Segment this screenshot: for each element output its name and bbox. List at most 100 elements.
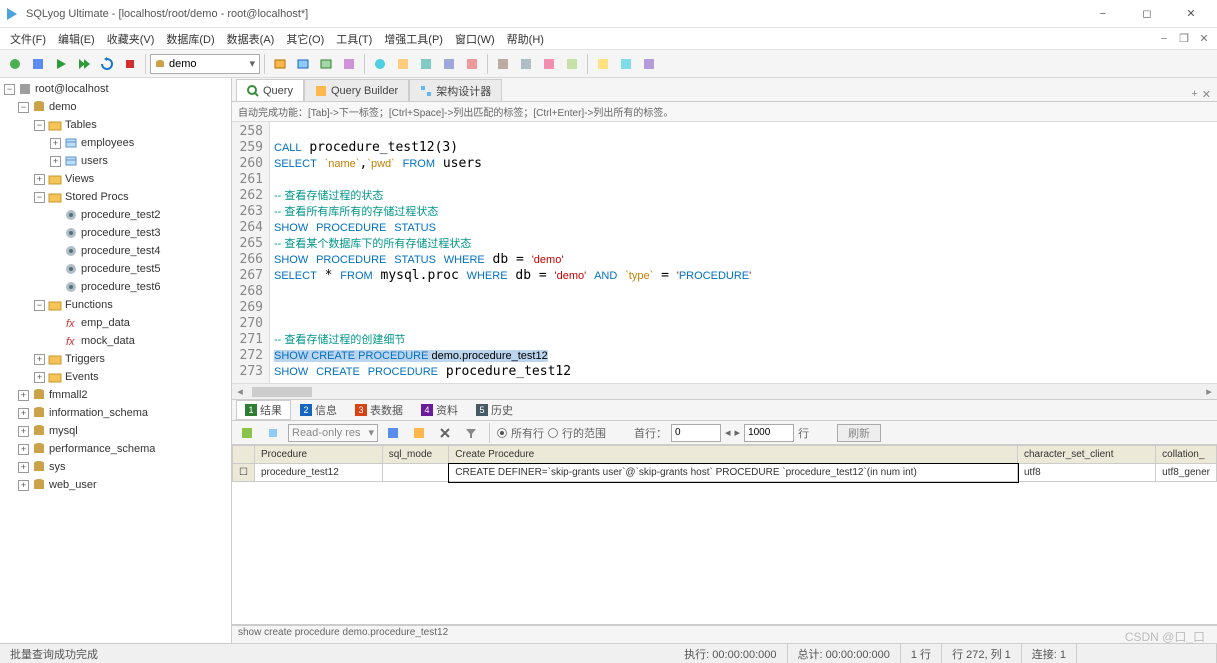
object-browser[interactable]: −root@localhost−demo−Tables+employees+us… [0,78,232,643]
scroll-right-icon[interactable]: ▸ [1201,384,1217,399]
tree-db-mysql[interactable]: +mysql [0,422,231,440]
grid-save-icon[interactable] [382,422,404,444]
tool-icon-3[interactable] [315,53,337,75]
database-selector[interactable]: demo ▾ [150,54,260,74]
col-Procedure[interactable]: Procedure [254,446,382,464]
menu-edit[interactable]: 编辑(E) [52,29,101,49]
tool-icon-13[interactable] [561,53,583,75]
result-tab-表数据[interactable]: 3表数据 [346,400,412,420]
expand-icon[interactable]: − [34,300,45,311]
col-Create Procedure[interactable]: Create Procedure [449,446,1018,464]
cell-character_set_client[interactable]: utf8 [1018,464,1156,482]
limit-input[interactable] [744,424,794,442]
tree-item-mock_data[interactable]: fxmock_data [0,332,231,350]
tab-query[interactable]: Query [236,79,304,101]
result-grid[interactable]: Proceduresql_modeCreate Procedurecharact… [232,445,1217,625]
tree-root[interactable]: −root@localhost [0,80,231,98]
expand-icon[interactable]: + [34,372,45,383]
cell-Procedure[interactable]: procedure_test12 [254,464,382,482]
col-sql_mode[interactable]: sql_mode [382,446,449,464]
result-tab-结果[interactable]: 1结果 [236,400,291,420]
tool-icon-10[interactable] [492,53,514,75]
mdi-minimize-icon[interactable]: − [1155,30,1173,48]
scroll-left-icon[interactable]: ◂ [232,384,248,399]
expand-icon[interactable]: + [18,426,29,437]
menu-fav[interactable]: 收藏夹(V) [101,29,161,49]
first-row-input[interactable] [671,424,721,442]
expand-icon[interactable]: − [4,84,15,95]
readonly-combo[interactable]: Read-only res▾ [288,424,378,442]
menu-other[interactable]: 其它(O) [280,29,330,49]
new-connection-icon[interactable] [4,53,26,75]
refresh-button[interactable]: 刷新 [837,424,881,442]
menu-tools[interactable]: 工具(T) [330,29,378,49]
expand-icon[interactable]: − [18,102,29,113]
mdi-restore-icon[interactable]: ❐ [1175,30,1193,48]
tree-folder-views[interactable]: +Views [0,170,231,188]
tree-item-procedure_test6[interactable]: procedure_test6 [0,278,231,296]
expand-icon[interactable]: + [18,462,29,473]
expand-icon[interactable]: + [50,138,61,149]
tree-item-procedure_test2[interactable]: procedure_test2 [0,206,231,224]
tool-icon-1[interactable] [269,53,291,75]
expand-icon[interactable]: + [34,354,45,365]
tool-icon-4[interactable] [338,53,360,75]
radio-range-rows[interactable] [548,428,558,438]
new-tab-icon[interactable]: + [1191,88,1197,101]
expand-icon[interactable]: − [34,192,45,203]
cell-Create Procedure[interactable]: CREATE DEFINER=`skip-grants user`@`skip-… [449,464,1018,482]
tool-icon-6[interactable] [392,53,414,75]
cell-sql_mode[interactable] [382,464,449,482]
tool-icon-11[interactable] [515,53,537,75]
tree-item-employees[interactable]: +employees [0,134,231,152]
tool-icon-9[interactable] [461,53,483,75]
tree-db-fmmall2[interactable]: +fmmall2 [0,386,231,404]
scroll-thumb[interactable] [252,387,312,397]
tree-db-sys[interactable]: +sys [0,458,231,476]
tool-icon-7[interactable] [415,53,437,75]
close-button[interactable]: ✕ [1169,0,1213,28]
menu-help[interactable]: 帮助(H) [501,29,550,49]
row-header[interactable] [233,446,255,464]
tree-item-users[interactable]: +users [0,152,231,170]
execute-all-icon[interactable] [73,53,95,75]
tree-folder-stored-procs[interactable]: −Stored Procs [0,188,231,206]
export-icon[interactable] [236,422,258,444]
tool-icon-5[interactable] [369,53,391,75]
tree-item-procedure_test3[interactable]: procedure_test3 [0,224,231,242]
menu-file[interactable]: 文件(F) [4,29,52,49]
tree-folder-tables[interactable]: −Tables [0,116,231,134]
menu-powertool[interactable]: 增强工具(P) [378,29,449,49]
menu-database[interactable]: 数据库(D) [160,29,220,49]
tree-item-procedure_test5[interactable]: procedure_test5 [0,260,231,278]
tool-icon-16[interactable] [638,53,660,75]
execute-icon[interactable] [50,53,72,75]
cell-collation_[interactable]: utf8_gener [1156,464,1217,482]
grid-insert-icon[interactable] [408,422,430,444]
col-collation_[interactable]: collation_ [1156,446,1217,464]
result-tab-信息[interactable]: 2信息 [291,400,346,420]
result-tab-资料[interactable]: 4资料 [412,400,467,420]
menu-table[interactable]: 数据表(A) [221,29,281,49]
mdi-close-icon[interactable]: ✕ [1195,30,1213,48]
editor-scrollbar[interactable]: ◂ ▸ [232,383,1217,399]
copy-icon[interactable] [262,422,284,444]
tool-icon-2[interactable] [292,53,314,75]
nav-next-icon[interactable]: ▸ [735,426,741,439]
menu-window[interactable]: 窗口(W) [449,29,501,49]
maximize-button[interactable]: ◻ [1125,0,1169,28]
expand-icon[interactable]: − [34,120,45,131]
result-tab-历史[interactable]: 5历史 [467,400,522,420]
expand-icon[interactable]: + [18,408,29,419]
tab-schema-designer[interactable]: 架构设计器 [409,79,502,101]
col-character_set_client[interactable]: character_set_client [1018,446,1156,464]
grid-delete-icon[interactable] [434,422,456,444]
save-icon[interactable] [27,53,49,75]
tree-folder-events[interactable]: +Events [0,368,231,386]
tree-item-emp_data[interactable]: fxemp_data [0,314,231,332]
tree-db-web_user[interactable]: +web_user [0,476,231,494]
tree-db-information_schema[interactable]: +information_schema [0,404,231,422]
tree-item-procedure_test4[interactable]: procedure_test4 [0,242,231,260]
tab-query-builder[interactable]: Query Builder [304,79,409,101]
tree-folder-functions[interactable]: −Functions [0,296,231,314]
